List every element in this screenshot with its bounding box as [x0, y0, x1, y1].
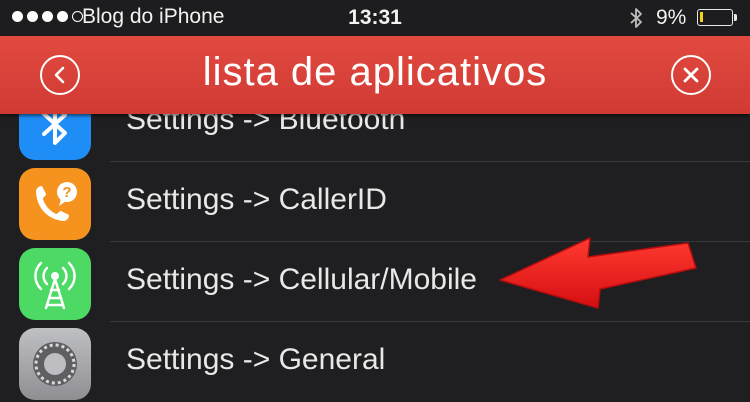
close-button[interactable]: [671, 55, 711, 95]
navigation-bar: lista de aplicativos: [0, 36, 750, 114]
page-title: lista de aplicativos: [202, 50, 548, 94]
close-icon: [683, 67, 699, 83]
